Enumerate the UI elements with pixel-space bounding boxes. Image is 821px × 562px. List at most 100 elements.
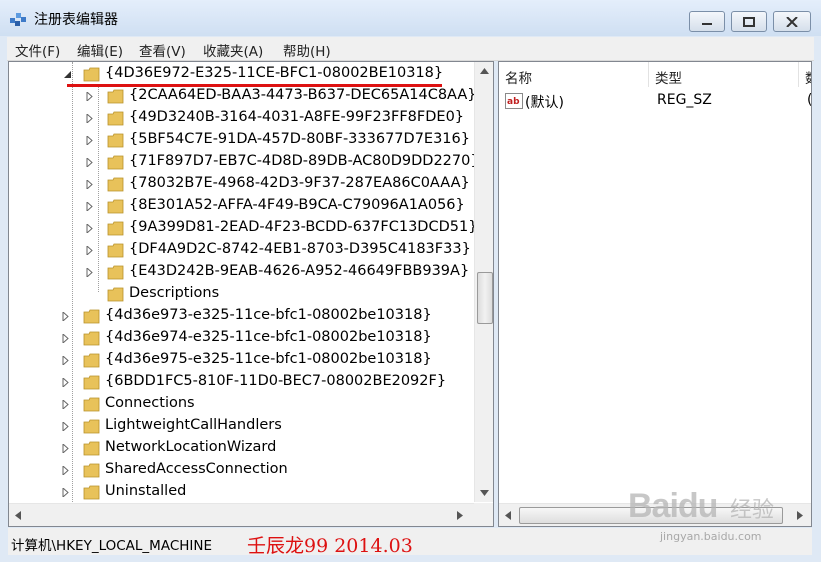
expand-arrow-icon[interactable]: [61, 312, 70, 321]
tree-node[interactable]: {71F897D7-EB7C-4D8D-89DB-AC80D9DD2270}: [9, 152, 480, 174]
tree-scrollbar-thumb[interactable]: [477, 272, 493, 324]
tree-node[interactable]: NetworkLocationWizard: [9, 438, 474, 460]
tree-node[interactable]: Uninstalled: [9, 482, 474, 504]
expand-arrow-icon[interactable]: [85, 180, 94, 189]
tree-node[interactable]: {9A399D81-2EAD-4F23-BCDD-637FC13DCD51}: [9, 218, 478, 240]
key-tree-pane[interactable]: {4D36E972-E325-11CE-BFC1-08002BE10318} {…: [8, 61, 494, 527]
tree-node-label: {2CAA64ED-BAA3-4473-B637-DEC65A14C8AA}: [129, 87, 477, 103]
tree-node[interactable]: {4d36e974-e325-11ce-bfc1-08002be10318}: [9, 328, 474, 350]
tree-horizontal-scrollbar[interactable]: [9, 503, 474, 526]
menu-favorites[interactable]: 收藏夹(A): [203, 40, 263, 60]
folder-icon: [83, 463, 100, 478]
tree-node-label: Descriptions: [129, 285, 220, 301]
tree-node-label: {E43D242B-9EAB-4626-A952-46649FBB939A}: [129, 263, 470, 279]
menu-bar: 文件(F) 编辑(E) 查看(V) 收藏夹(A) 帮助(H): [7, 37, 814, 61]
expand-arrow-icon[interactable]: [61, 400, 70, 409]
tree-node[interactable]: Descriptions: [9, 284, 474, 306]
expand-arrow-icon[interactable]: [85, 92, 94, 101]
tree-node[interactable]: {E43D242B-9EAB-4626-A952-46649FBB939A}: [9, 262, 474, 284]
expand-arrow-icon[interactable]: [61, 422, 70, 431]
expand-arrow-icon[interactable]: [61, 488, 70, 497]
expand-arrow-icon[interactable]: [61, 356, 70, 365]
expand-arrow-icon[interactable]: [85, 268, 94, 277]
scroll-left-arrow-icon[interactable]: [15, 511, 21, 520]
tree-node[interactable]: SharedAccessConnection: [9, 460, 474, 482]
scroll-down-arrow-icon[interactable]: [480, 490, 489, 496]
folder-icon: [83, 353, 100, 368]
tree-node[interactable]: {4d36e975-e325-11ce-bfc1-08002be10318}: [9, 350, 474, 372]
tree-node-label: {9A399D81-2EAD-4F23-BCDD-637FC13DCD51}: [129, 219, 478, 235]
expand-arrow-icon[interactable]: [61, 378, 70, 387]
author-watermark: 壬辰龙99 2014.03: [247, 535, 413, 557]
folder-icon: [83, 441, 100, 456]
tree-node[interactable]: Connections: [9, 394, 474, 416]
tree-node[interactable]: {DF4A9D2C-8742-4EB1-8703-D395C4183F33}: [9, 240, 474, 262]
baidu-jingyan-text: 经验: [730, 498, 775, 523]
tree-node[interactable]: {4d36e973-e325-11ce-bfc1-08002be10318}: [9, 306, 474, 328]
column-header-data[interactable]: 数: [799, 62, 811, 87]
expand-arrow-icon[interactable]: [85, 224, 94, 233]
menu-edit[interactable]: 编辑(E): [77, 40, 123, 60]
menu-view[interactable]: 查看(V): [139, 40, 186, 60]
scrollbar-corner: [474, 503, 493, 526]
scroll-left-arrow-icon[interactable]: [505, 511, 511, 520]
expand-arrow-icon[interactable]: [85, 158, 94, 167]
folder-icon: [83, 375, 100, 390]
expand-arrow-icon[interactable]: [85, 246, 94, 255]
values-list-pane[interactable]: 名称 类型 数 ab (默认) REG_SZ (: [498, 61, 812, 527]
menu-file[interactable]: 文件(F): [15, 40, 60, 60]
expand-arrow-icon[interactable]: [61, 334, 70, 343]
folder-icon: [107, 265, 124, 280]
folder-icon: [107, 243, 124, 258]
expand-arrow-icon[interactable]: [61, 466, 70, 475]
close-icon: [786, 16, 798, 27]
tree-node[interactable]: {2CAA64ED-BAA3-4473-B637-DEC65A14C8AA}: [9, 86, 477, 108]
tree-node-label: {6BDD1FC5-810F-11D0-BEC7-08002BE2092F}: [105, 373, 447, 389]
tree-node[interactable]: {6BDD1FC5-810F-11D0-BEC7-08002BE2092F}: [9, 372, 474, 394]
tree-node-label: NetworkLocationWizard: [105, 439, 277, 455]
baidu-url-text: jingyan.baidu.com: [660, 530, 762, 543]
open-folder-icon: [83, 67, 100, 82]
folder-icon: [107, 89, 124, 104]
value-row[interactable]: ab (默认) REG_SZ (: [499, 91, 811, 113]
tree-node[interactable]: {5BF54C7E-91DA-457D-80BF-333677D7E316}: [9, 130, 474, 152]
folder-icon: [83, 309, 100, 324]
tree-node-label: {4D36E972-E325-11CE-BFC1-08002BE10318}: [105, 65, 444, 81]
tree-node-label: SharedAccessConnection: [105, 461, 288, 477]
tree-node[interactable]: {49D3240B-3164-4031-A8FE-99F23FF8FDE0}: [9, 108, 474, 130]
scroll-up-arrow-icon[interactable]: [480, 68, 489, 74]
string-value-icon: ab: [505, 93, 523, 109]
tree-node-label: {8E301A52-AFFA-4F49-B9CA-C79096A1A056}: [129, 197, 465, 213]
tree-node-label: {4d36e975-e325-11ce-bfc1-08002be10318}: [105, 351, 432, 367]
tree-node-label: {78032B7E-4968-42D3-9F37-287EA86C0AAA}: [129, 175, 470, 191]
tree-node[interactable]: {8E301A52-AFFA-4F49-B9CA-C79096A1A056}: [9, 196, 474, 218]
expand-arrow-icon[interactable]: [61, 444, 70, 453]
minimize-button[interactable]: [689, 11, 725, 32]
window-title: 注册表编辑器: [34, 12, 118, 28]
scroll-right-arrow-icon[interactable]: [797, 511, 803, 520]
folder-icon: [83, 397, 100, 412]
tree-node-label: {71F897D7-EB7C-4D8D-89DB-AC80D9DD2270}: [129, 153, 480, 169]
tree-vertical-scrollbar[interactable]: [474, 62, 493, 502]
svg-text:ab: ab: [507, 97, 520, 107]
folder-icon: [107, 111, 124, 126]
column-header-type[interactable]: 类型: [649, 62, 799, 87]
expand-arrow-icon[interactable]: [85, 136, 94, 145]
tree-node[interactable]: LightweightCallHandlers: [9, 416, 474, 438]
menu-help[interactable]: 帮助(H): [283, 40, 331, 60]
column-header-name[interactable]: 名称: [499, 62, 649, 87]
tree-node-label: {4d36e973-e325-11ce-bfc1-08002be10318}: [105, 307, 432, 323]
tree-node-selected[interactable]: {4D36E972-E325-11CE-BFC1-08002BE10318}: [9, 64, 474, 86]
expand-arrow-icon[interactable]: [85, 114, 94, 123]
maximize-button[interactable]: [731, 11, 767, 32]
folder-icon: [83, 485, 100, 500]
tree-node-label: {49D3240B-3164-4031-A8FE-99F23FF8FDE0}: [129, 109, 465, 125]
tree-node[interactable]: {78032B7E-4968-42D3-9F37-287EA86C0AAA}: [9, 174, 474, 196]
tree-node-label: Connections: [105, 395, 195, 411]
collapse-arrow-icon[interactable]: [63, 70, 72, 79]
folder-icon: [107, 133, 124, 148]
folder-icon: [107, 155, 124, 170]
close-button[interactable]: [773, 11, 811, 32]
expand-arrow-icon[interactable]: [85, 202, 94, 211]
scroll-right-arrow-icon[interactable]: [457, 511, 463, 520]
